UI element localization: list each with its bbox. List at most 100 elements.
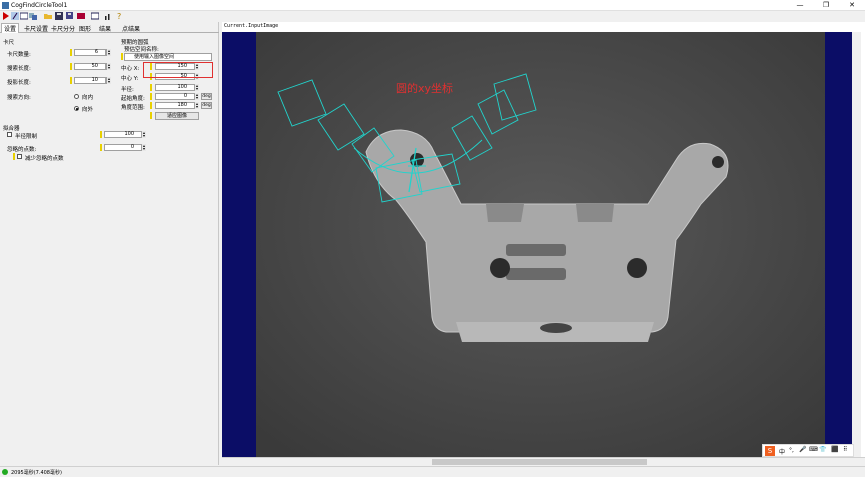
radius-input[interactable]: 100 xyxy=(155,84,195,91)
right-border xyxy=(825,32,852,458)
terminal-pin xyxy=(150,84,152,91)
tab-caliper-settings[interactable]: 卡尺设置 xyxy=(24,24,48,33)
save-as-icon[interactable] xyxy=(66,12,74,20)
svg-text:?: ? xyxy=(117,12,121,20)
ime-chinese-mode[interactable]: 中 xyxy=(779,447,785,456)
input-image[interactable]: 圆的xy坐标 xyxy=(256,32,825,458)
toolbar: ? xyxy=(0,11,865,22)
reset-icon[interactable] xyxy=(77,12,85,20)
more-icon[interactable]: ⠿ xyxy=(843,446,847,453)
search-length-spinner[interactable]: ▴ ▾ xyxy=(106,63,111,70)
horizontal-scrollbar[interactable] xyxy=(222,457,865,466)
tab-settings[interactable]: 设置 xyxy=(1,23,20,33)
caliper-count-spinner[interactable]: ▴ ▾ xyxy=(106,49,111,56)
sogou-icon[interactable]: S xyxy=(765,446,775,456)
tab-graphics[interactable]: 图形 xyxy=(79,24,91,33)
keyboard-icon[interactable]: ⌨ xyxy=(809,446,818,453)
start-angle-input[interactable]: 0 xyxy=(155,93,195,100)
chart-icon[interactable] xyxy=(104,12,112,20)
microphone-icon[interactable]: 🎤 xyxy=(799,446,806,453)
terminal-pin xyxy=(100,144,102,151)
display-icon[interactable] xyxy=(91,12,99,20)
inward-label: 向内 xyxy=(82,95,94,101)
maximize-button[interactable]: ❐ xyxy=(813,0,839,11)
ignore-count-input[interactable]: 0 xyxy=(104,144,142,151)
projection-length-input[interactable]: 10 xyxy=(74,77,106,84)
center-x-label: 中心 X: xyxy=(121,66,140,72)
radius-spinner[interactable]: ▴ ▾ xyxy=(194,84,199,91)
start-angle-spinner[interactable]: ▴ ▾ xyxy=(194,93,199,100)
tab-strip: 设置 卡尺设置 卡尺分分 图形 结果 点结果 xyxy=(0,22,219,33)
save-icon[interactable] xyxy=(55,12,63,20)
terminal-pin xyxy=(150,112,152,119)
projection-length-label: 投影长度: xyxy=(7,80,31,86)
terminal-pin xyxy=(150,93,152,100)
terminal-pin xyxy=(70,63,72,70)
search-direction-label: 搜索方向: xyxy=(7,95,31,101)
xy-annotation: 圆的xy坐标 xyxy=(396,81,453,95)
decrease-ignore-label: 减少忽略的点数 xyxy=(25,156,64,162)
open-icon[interactable] xyxy=(44,12,52,20)
tab-caliper-scoring[interactable]: 卡尺分分 xyxy=(51,24,75,33)
electric-icon[interactable] xyxy=(11,12,19,20)
angle-span-label: 角度范围: xyxy=(121,105,145,111)
terminal-pin xyxy=(70,77,72,84)
horizontal-scroll-thumb[interactable] xyxy=(432,459,647,465)
image-display[interactable]: Current.InputImage 圆的xy坐标 xyxy=(222,22,865,468)
radius-label: 半径: xyxy=(121,87,134,93)
terminal-pin xyxy=(121,53,123,60)
close-button[interactable]: ✕ xyxy=(839,0,865,11)
tab-point-results[interactable]: 点结果 xyxy=(122,24,140,33)
caliper-group-label: 卡尺 xyxy=(3,40,15,46)
radius-constraint-checkbox[interactable] xyxy=(7,132,12,137)
ime-punctuation[interactable]: °, xyxy=(789,447,794,454)
outward-radio[interactable] xyxy=(74,106,79,111)
caliper-count-input[interactable]: 6 xyxy=(74,49,106,56)
terminal-pin xyxy=(70,49,72,56)
search-length-label: 搜索长度: xyxy=(7,66,31,72)
vertical-scrollbar[interactable] xyxy=(852,32,861,457)
window-title: CogFindCircleTool1 xyxy=(11,2,68,9)
help-icon[interactable]: ? xyxy=(116,12,124,20)
ignore-count-spinner[interactable]: ▴ ▾ xyxy=(141,144,146,151)
radius-constraint-spinner[interactable]: ▴ ▾ xyxy=(141,131,146,138)
start-angle-deg-button[interactable]: deg xyxy=(201,93,212,100)
minimize-button[interactable]: — xyxy=(787,0,813,11)
regions-icon[interactable] xyxy=(29,12,37,20)
settings-panel: 设置 卡尺设置 卡尺分分 图形 结果 点结果 卡尺 卡尺数量: 6 ▴ ▾ 搜索长… xyxy=(0,22,219,465)
center-y-label: 中心 Y: xyxy=(121,76,139,82)
tab-results[interactable]: 结果 xyxy=(99,24,111,33)
status-text: 2095毫秒(7.408毫秒) xyxy=(11,470,62,476)
caliper-count-label: 卡尺数量: xyxy=(7,52,31,58)
skin-icon[interactable]: 👕 xyxy=(819,446,826,453)
outward-label: 向外 xyxy=(82,107,94,113)
run-icon[interactable] xyxy=(2,12,10,20)
ime-toolbar[interactable]: S 中 °, 🎤 ⌨ 👕 ⬛ ⠿ xyxy=(762,444,854,457)
ignore-count-label: 忽略的点数: xyxy=(7,147,37,153)
radius-constraint-label: 半径限制 xyxy=(15,134,38,140)
angle-span-deg-button[interactable]: deg xyxy=(201,102,212,109)
inward-radio[interactable] xyxy=(74,94,79,99)
fit-image-button[interactable]: 适应图像 xyxy=(155,112,199,120)
search-length-input[interactable]: 50 xyxy=(74,63,106,70)
title-bar: CogFindCircleTool1 — ❐ ✕ xyxy=(0,0,865,11)
terminal-pin xyxy=(13,153,15,160)
angle-span-input[interactable]: 180 xyxy=(155,102,195,109)
image-label: Current.InputImage xyxy=(224,23,279,29)
part-drawing: 圆的xy坐标 xyxy=(256,32,825,458)
decrease-ignore-checkbox[interactable] xyxy=(17,154,22,159)
fitter-group-label: 拟合器 xyxy=(3,126,20,132)
image-icon[interactable] xyxy=(20,12,28,20)
angle-span-spinner[interactable]: ▴ ▾ xyxy=(194,102,199,109)
terminal-pin xyxy=(100,131,102,138)
left-border xyxy=(222,32,256,458)
center-xy-highlight xyxy=(143,62,213,78)
space-name-select[interactable]: 使用输入图像空间 xyxy=(124,53,212,61)
terminal-pin xyxy=(150,102,152,109)
status-bar: 2095毫秒(7.408毫秒) xyxy=(0,466,865,477)
app-icon xyxy=(2,2,9,9)
space-name-value: 使用输入图像空间 xyxy=(134,54,175,60)
toolbox-icon[interactable]: ⬛ xyxy=(831,446,838,453)
projection-length-spinner[interactable]: ▴ ▾ xyxy=(106,77,111,84)
radius-constraint-input[interactable]: 100 xyxy=(104,131,142,138)
